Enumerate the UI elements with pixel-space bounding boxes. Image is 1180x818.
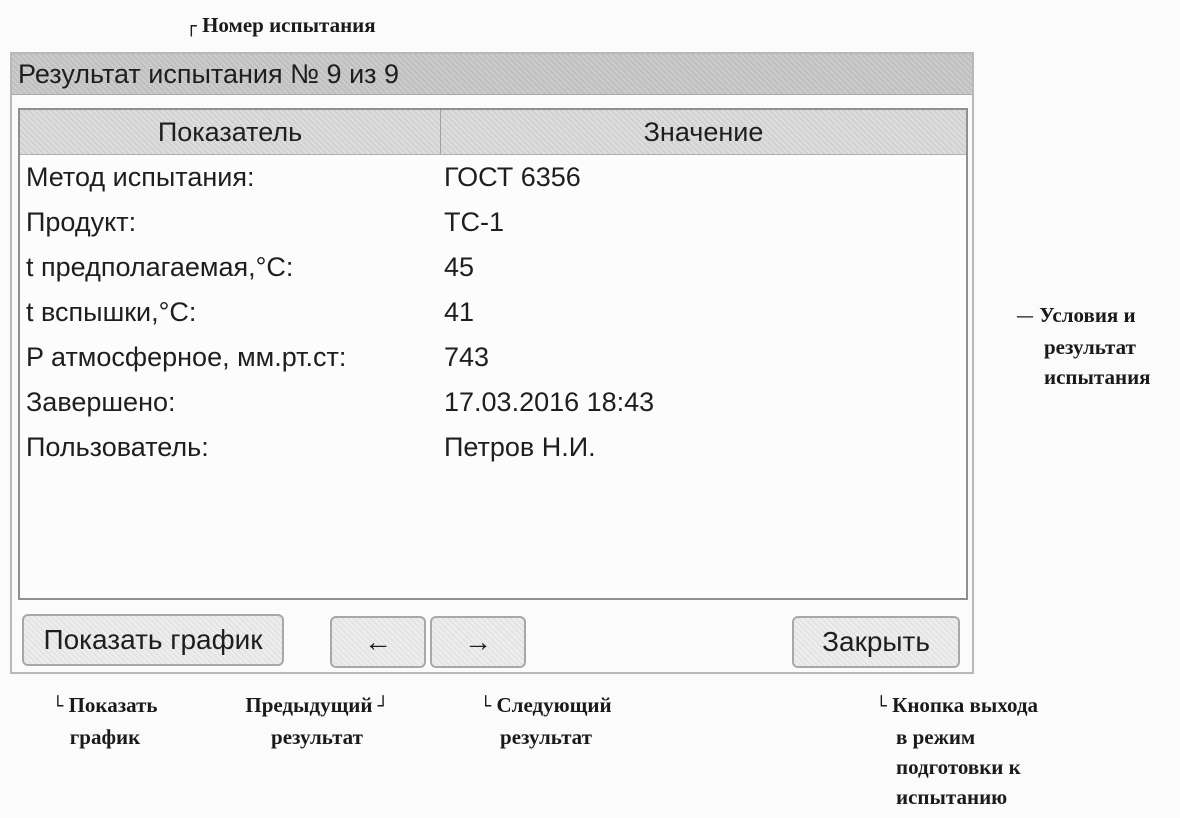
annotation-next: └ Следующий результат [456,690,636,752]
annotation-exit-line2: в режим [896,725,976,749]
row-label: t предполагаемая,°C: [26,252,294,282]
table-header: Показатель Значение [20,110,966,155]
annotation-exit-line3: подготовки к [896,755,1021,779]
test-result-screen: Результат испытания № 9 из 9 Показатель … [10,52,974,674]
dash-marker-icon: — [1016,306,1034,327]
column-header-value: Значение [643,117,764,147]
annotation-exit-line4: испытанию [896,785,1008,809]
row-value: ГОСТ 6356 [444,162,581,192]
annotation-show-chart: └ Показать график [30,690,180,752]
row-value: 45 [444,252,475,282]
row-value: 17.03.2016 18:43 [444,387,655,417]
row-label: Пользователь: [26,432,209,462]
row-label: P атмосферное, мм.рт.ст: [26,342,347,372]
row-label: Продукт: [26,207,137,237]
annotation-show-chart-line1: Показать [68,693,158,717]
window-title: Результат испытания № 9 из 9 [12,54,972,95]
annotation-next-line2: результат [500,725,592,749]
annotation-next-line1: Следующий [496,693,612,717]
results-table: Показатель Значение Метод испытания: ГОС… [18,108,968,600]
annotation-prev: Предыдущий ┘ результат [222,690,412,752]
corner-marker-icon: └ [480,696,492,717]
annotation-prev-line1: Предыдущий [245,693,373,717]
table-row: P атмосферное, мм.рт.ст: 743 [20,335,966,380]
row-label: Завершено: [26,387,176,417]
corner-marker-icon: ┘ [377,696,389,717]
show-chart-button[interactable]: Показать график [22,614,284,666]
close-button[interactable]: Закрыть [792,616,960,668]
annotation-conditions-line3: испытания [1044,365,1151,389]
next-result-button[interactable]: → [430,616,526,668]
table-row: Продукт: ТС-1 [20,200,966,245]
annotation-exit-line1: Кнопка выхода [892,693,1039,717]
annotation-conditions-line1: Условия и [1039,303,1136,327]
table-row: t предполагаемая,°C: 45 [20,245,966,290]
table-row: Пользователь: Петров Н.И. [20,425,966,470]
annotation-exit: └ Кнопка выхода в режим подготовки к исп… [876,690,1038,812]
annotation-show-chart-line2: график [69,725,141,749]
annotation-test-number: ┌ Номер испытания [186,10,376,42]
row-value: 41 [444,297,475,327]
corner-marker-icon: ┌ [186,16,197,37]
table-row: t вспышки,°C: 41 [20,290,966,335]
annotation-test-number-label: Номер испытания [202,13,376,37]
row-label: Метод испытания: [26,162,255,192]
table-row: Метод испытания: ГОСТ 6356 [20,155,966,200]
row-label: t вспышки,°C: [26,297,197,327]
row-value: ТС-1 [444,207,504,237]
corner-marker-icon: └ [52,696,64,717]
table-row: Завершено: 17.03.2016 18:43 [20,380,966,425]
previous-result-button[interactable]: ← [330,616,426,668]
annotation-conditions: — Условия и результат испытания [1016,300,1151,392]
annotation-prev-line2: результат [271,725,363,749]
row-value: Петров Н.И. [444,432,596,462]
column-header-indicator: Показатель [20,110,441,154]
annotation-conditions-line2: результат [1044,335,1136,359]
corner-marker-icon: └ [876,696,887,717]
row-value: 743 [444,342,490,372]
